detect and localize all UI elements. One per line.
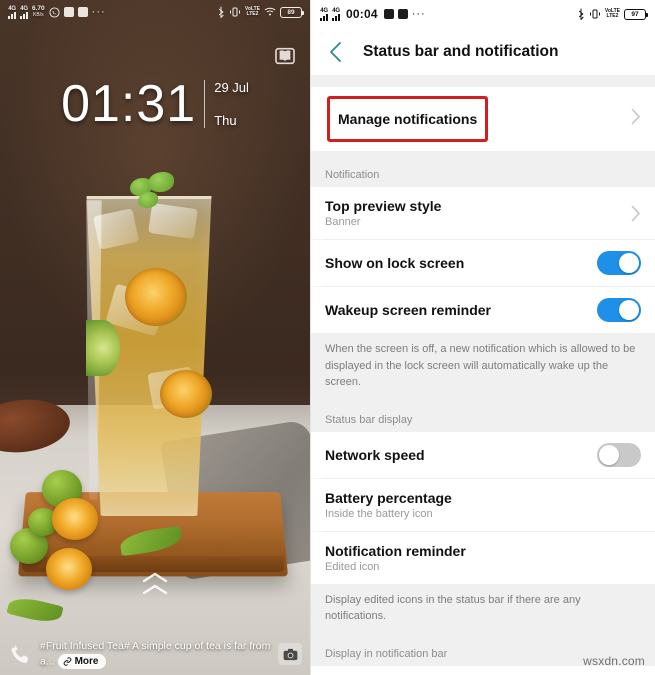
- status-bar-right-group: VoLTE LTE2 97: [577, 8, 648, 20]
- unlock-hint-icon[interactable]: [0, 572, 310, 595]
- lock-screen-panel: 4G 4G 6.70 KB/s ··· VoLTE LTE2 89 01:31 …: [0, 0, 310, 675]
- camera-icon[interactable]: [278, 643, 302, 666]
- battery-percentage-label: 89: [287, 8, 295, 16]
- clock-date-block: 29 Jul Thu: [204, 80, 249, 128]
- page-title: Status bar and notification: [363, 42, 559, 60]
- manage-notifications-row[interactable]: Manage notifications: [311, 87, 655, 151]
- whatsapp-icon: [49, 6, 60, 18]
- signal-icon-1: 4G: [8, 6, 16, 19]
- row-title: Wakeup screen reminder: [325, 302, 491, 318]
- settings-status-bar: 4G 4G 00:04 ··· VoLTE LTE2 97: [311, 0, 655, 28]
- volte-icon: VoLTE LTE2: [245, 7, 260, 17]
- battery-icon: 89: [280, 6, 304, 18]
- signal-icon-1: 4G: [320, 8, 328, 21]
- bluetooth-icon: [578, 8, 584, 20]
- row-title: Battery percentage: [325, 489, 452, 506]
- wallpaper-citrus-slice: [125, 268, 187, 326]
- row-notification-reminder[interactable]: Notification reminder Edited icon: [311, 531, 655, 584]
- status-bar-left-group: 4G 4G 00:04 ···: [320, 7, 426, 21]
- wallpaper-ice: [148, 202, 198, 240]
- watermark: wsxdn.com: [583, 654, 645, 668]
- status-bar-right-group: VoLTE LTE2 89: [217, 6, 304, 18]
- volte-icon: VoLTE LTE2: [605, 9, 620, 19]
- vibrate-icon: [229, 7, 240, 17]
- status-bar-clock: 00:04: [346, 7, 378, 21]
- screenshot-root: 4G 4G 6.70 KB/s ··· VoLTE LTE2 89 01:31 …: [0, 0, 655, 675]
- volte-bottom-label: LTE2: [606, 13, 619, 19]
- red-highlight-box: Manage notifications: [327, 96, 489, 142]
- help-text-notification-reminder: Display edited icons in the status bar i…: [311, 583, 655, 639]
- row-subtitle: Banner: [325, 216, 361, 228]
- row-subtitle: Inside the battery icon: [325, 507, 433, 520]
- row-wakeup-screen-reminder[interactable]: Wakeup screen reminder: [311, 287, 655, 333]
- signal-icon-2: 4G: [332, 8, 340, 21]
- data-rate-unit: KB/s: [33, 11, 44, 18]
- wifi-icon: [264, 7, 276, 16]
- clock-time: 01:31: [61, 75, 197, 133]
- toggle-network-speed[interactable]: [597, 442, 641, 467]
- more-label: More: [74, 655, 99, 667]
- lock-caption-text: #Fruit Infused Tea# A simple cup of tea …: [40, 639, 272, 669]
- volte-bottom-label: LTE2: [246, 11, 259, 17]
- message-icon: [397, 9, 408, 19]
- status-bar-left-group: 4G 4G 6.70 KB/s ···: [8, 5, 106, 19]
- data-rate-indicator: 6.70 KB/s: [32, 5, 45, 18]
- row-title: Show on lock screen: [325, 255, 465, 271]
- section-label-notification: Notification: [311, 160, 655, 187]
- link-icon: [63, 657, 71, 666]
- row-title: Top preview style: [325, 198, 442, 214]
- clock-date: 29 Jul: [214, 80, 249, 95]
- section-gap: [311, 151, 655, 160]
- message-icon: [383, 9, 394, 19]
- row-show-on-lock-screen[interactable]: Show on lock screen: [311, 240, 655, 286]
- row-title: Network speed: [325, 446, 425, 463]
- row-subtitle: Edited icon: [325, 560, 380, 573]
- wallpaper-lime-slice: [86, 320, 120, 376]
- row-title: Notification reminder: [325, 542, 466, 559]
- help-text-wakeup: When the screen is off, a new notificati…: [311, 333, 655, 405]
- back-chevron-icon[interactable]: [321, 37, 351, 67]
- section-label-status-bar-display: Status bar display: [311, 404, 655, 432]
- section-gap: [311, 75, 655, 87]
- signal-icon-2: 4G: [20, 6, 28, 19]
- clock-weekday: Thu: [214, 113, 237, 128]
- row-network-speed[interactable]: Network speed: [311, 431, 655, 478]
- bluetooth-icon: [218, 6, 224, 18]
- lock-clock-block: 01:31 29 Jul Thu: [0, 78, 310, 130]
- lock-caption-bar: #Fruit Infused Tea# A simple cup of tea …: [0, 639, 310, 669]
- vibrate-icon: [589, 9, 600, 19]
- settings-header: Status bar and notification: [311, 28, 655, 75]
- message-icon: [77, 7, 88, 17]
- row-battery-percentage[interactable]: Battery percentage Inside the battery ic…: [311, 478, 655, 531]
- row-top-preview-style[interactable]: Top preview style Banner: [311, 187, 655, 239]
- more-button[interactable]: More: [57, 653, 106, 669]
- toggle-wakeup-screen-reminder[interactable]: [597, 298, 641, 322]
- battery-percentage-label: 97: [631, 10, 639, 18]
- wallpaper-half-fruit: [52, 498, 98, 540]
- magazine-unlock-icon[interactable]: [274, 46, 296, 66]
- lock-status-bar: 4G 4G 6.70 KB/s ··· VoLTE LTE2 89: [0, 0, 310, 24]
- phone-icon[interactable]: [8, 641, 34, 667]
- more-dots-icon: ···: [91, 6, 106, 18]
- battery-icon: 97: [624, 8, 648, 20]
- toggle-show-on-lock-screen[interactable]: [597, 251, 641, 275]
- message-icon: [63, 7, 74, 17]
- manage-notifications-label: Manage notifications: [338, 111, 478, 127]
- settings-panel: 4G 4G 00:04 ··· VoLTE LTE2 97 Status bar…: [310, 0, 655, 675]
- chevron-right-icon: [631, 108, 641, 130]
- wallpaper-citrus-slice: [160, 370, 212, 418]
- more-dots-icon: ···: [411, 8, 426, 20]
- chevron-right-icon: [631, 205, 641, 222]
